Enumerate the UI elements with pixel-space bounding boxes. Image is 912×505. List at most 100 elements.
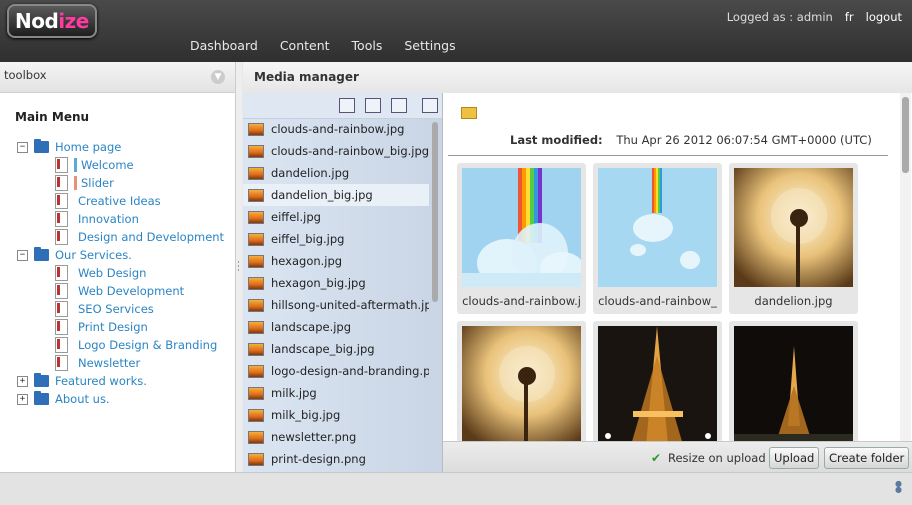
file-row[interactable]: eiffel.jpg <box>243 206 429 228</box>
image-file-icon <box>248 144 264 158</box>
tree-item[interactable]: Design and Development <box>55 228 224 246</box>
tree-toggle-icon[interactable]: + <box>17 394 28 405</box>
tree-item-label: Web Design <box>78 266 147 280</box>
panel-splitter[interactable]: · · · <box>236 62 242 472</box>
tree-item-label: Design and Development <box>78 230 225 244</box>
tree-item[interactable]: Innovation <box>55 210 139 228</box>
file-row[interactable]: print-design.png <box>243 448 429 470</box>
resize-on-upload[interactable]: ✔ Resize on upload <box>651 451 766 465</box>
resize-label: Resize on upload <box>668 451 766 465</box>
file-row[interactable]: landscape.jpg <box>243 316 429 338</box>
folder-icon[interactable] <box>461 107 477 119</box>
file-name: clouds-and-rainbow.jpg <box>271 122 405 136</box>
page-icon <box>55 283 68 299</box>
file-name: hillsong-united-aftermath.jp <box>271 298 429 312</box>
file-row[interactable]: hexagon_big.jpg <box>243 272 429 294</box>
tree-toggle-icon[interactable]: + <box>17 376 28 387</box>
nodize-logo[interactable]: Nodize <box>7 4 97 38</box>
tree-item-label: Newsletter <box>78 356 141 370</box>
last-modified-value: Thu Apr 26 2012 06:07:54 GMT+0000 (UTC) <box>616 133 872 147</box>
file-row[interactable]: hexagon.jpg <box>243 250 429 272</box>
upload-button[interactable]: Upload <box>769 447 820 469</box>
file-name: landscape.jpg <box>271 320 352 334</box>
folder-icon <box>34 391 49 405</box>
file-name: hexagon_big.jpg <box>271 276 366 290</box>
divider <box>448 155 888 156</box>
content-scrollbar[interactable] <box>902 97 909 173</box>
tree-item-label: Slider <box>81 176 114 190</box>
nav-dashboard[interactable]: Dashboard <box>190 38 258 53</box>
logout-link[interactable]: logout <box>866 10 902 24</box>
tree-item[interactable]: Home page <box>34 138 121 156</box>
media-thumbnail[interactable]: clouds-and-rainbow.j <box>457 163 586 314</box>
tree-item[interactable]: Creative Ideas <box>55 192 161 210</box>
collapse-icon[interactable]: ▼ <box>211 70 225 84</box>
tree-item[interactable]: Featured works. <box>34 372 147 390</box>
file-name: milk_big.jpg <box>271 408 341 422</box>
page-icon <box>55 301 68 317</box>
view-thumbnails-icon[interactable] <box>422 98 438 113</box>
nav-settings[interactable]: Settings <box>404 38 455 53</box>
footer-handle-icon[interactable]: ● ● <box>895 480 902 494</box>
language-link[interactable]: fr <box>845 10 854 24</box>
tree-item[interactable]: Web Development <box>55 282 184 300</box>
upload-icon[interactable] <box>339 98 355 113</box>
file-name: newsletter.png <box>271 430 357 444</box>
file-name: eiffel.jpg <box>271 210 321 224</box>
tree-toggle-icon[interactable]: − <box>17 250 28 261</box>
tree-item-label: Welcome <box>81 158 134 172</box>
file-row[interactable]: hillsong-united-aftermath.jp <box>243 294 429 316</box>
file-row[interactable]: eiffel_big.jpg <box>243 228 429 250</box>
file-row[interactable]: clouds-and-rainbow.jpg <box>243 118 429 140</box>
file-row[interactable]: landscape_big.jpg <box>243 338 429 360</box>
tree-item[interactable]: Newsletter <box>55 354 140 372</box>
file-row[interactable]: dandelion_big.jpg <box>243 184 429 206</box>
image-file-icon <box>248 210 264 224</box>
file-row[interactable]: logo-design-and-branding.p <box>243 360 429 382</box>
tree-toggle-icon[interactable]: − <box>17 142 28 153</box>
tree-item[interactable]: Print Design <box>55 318 148 336</box>
page-icon <box>55 355 68 371</box>
splitter-handle-icon[interactable]: · · · <box>237 259 240 276</box>
file-name: hexagon.jpg <box>271 254 343 268</box>
tree-item[interactable]: Our Services. <box>34 246 132 264</box>
file-row[interactable]: dandelion.jpg <box>243 162 429 184</box>
image-file-icon <box>248 386 264 400</box>
main-menu-title: Main Menu <box>15 110 90 124</box>
folder-icon <box>34 139 49 153</box>
view-details-icon[interactable] <box>391 98 407 113</box>
file-row[interactable]: newsletter.png <box>243 426 429 448</box>
thumbnail-caption: dandelion.jpg <box>754 294 833 308</box>
image-file-icon <box>248 232 264 246</box>
tree-item[interactable]: Slider <box>55 174 114 192</box>
view-list-icon[interactable] <box>365 98 381 113</box>
image-file-icon <box>248 452 264 466</box>
create-folder-button[interactable]: Create folder <box>824 447 910 469</box>
nav-tools[interactable]: Tools <box>352 38 383 53</box>
tree-item[interactable]: Logo Design & Branding <box>55 336 217 354</box>
checkmark-icon[interactable]: ✔ <box>651 452 662 464</box>
tree-item[interactable]: Welcome <box>55 156 134 174</box>
file-row[interactable]: milk.jpg <box>243 382 429 404</box>
file-name: clouds-and-rainbow_big.jpg <box>271 144 429 158</box>
file-row[interactable]: clouds-and-rainbow_big.jpg <box>243 140 429 162</box>
media-thumbnail[interactable]: dandelion.jpg <box>729 163 858 314</box>
tree-item[interactable]: About us. <box>34 390 110 408</box>
page-icon <box>55 193 68 209</box>
page-icon <box>55 337 68 353</box>
thumbnail-image <box>598 168 717 287</box>
status-marker <box>74 176 77 190</box>
thumbnail-image <box>462 326 581 445</box>
page-icon <box>55 229 68 245</box>
tree-item[interactable]: SEO Services <box>55 300 154 318</box>
file-name: dandelion.jpg <box>271 166 350 180</box>
file-name: landscape_big.jpg <box>271 342 375 356</box>
tree-item[interactable]: Web Design <box>55 264 146 282</box>
file-name: dandelion_big.jpg <box>271 188 373 202</box>
tree-item-label: Print Design <box>78 320 148 334</box>
media-thumbnail[interactable]: clouds-and-rainbow_ <box>593 163 722 314</box>
file-list-scrollbar[interactable] <box>432 122 438 302</box>
file-row[interactable]: milk_big.jpg <box>243 404 429 426</box>
top-header: Nodize Dashboard Content Tools Settings … <box>0 0 912 62</box>
nav-content[interactable]: Content <box>280 38 330 53</box>
